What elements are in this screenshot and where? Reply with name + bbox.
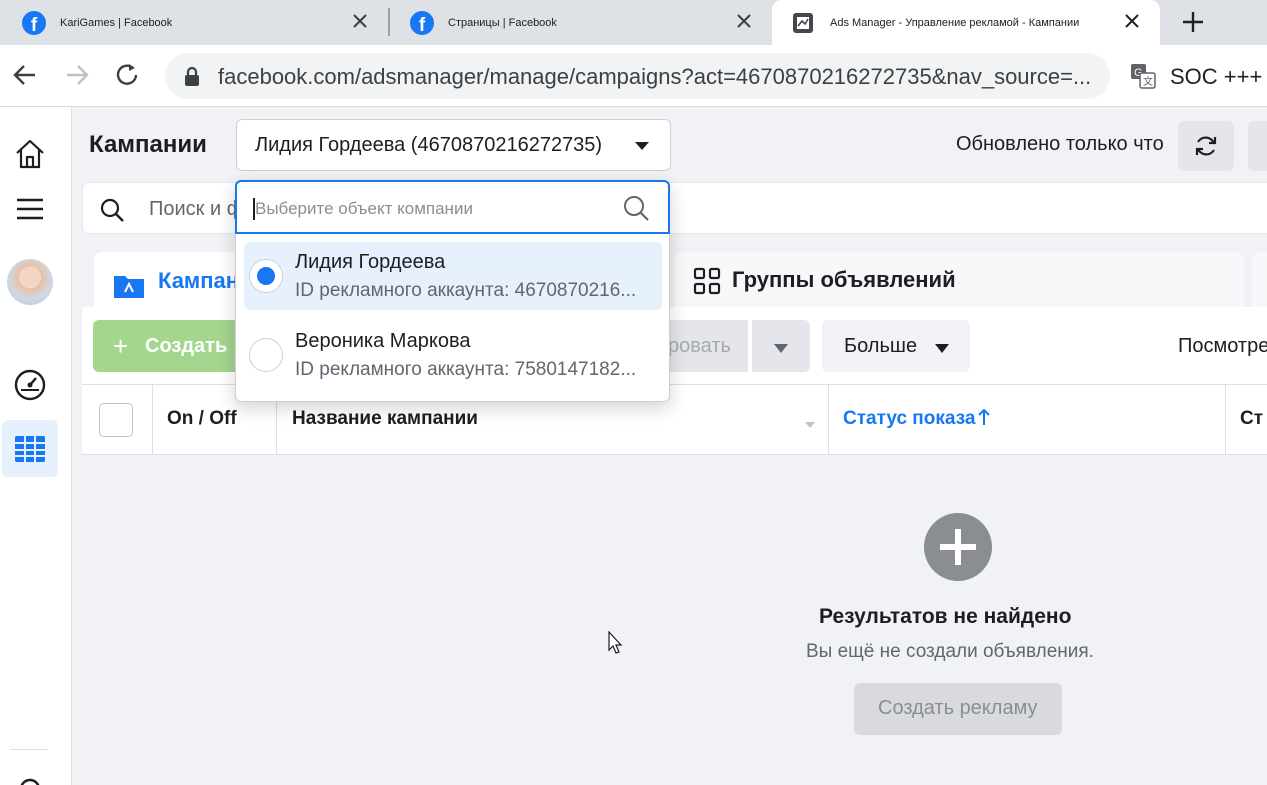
forward-arrow-icon[interactable]	[62, 60, 92, 90]
caret-down-icon	[773, 341, 789, 353]
browser-tab-bar: f KariGames | Facebook f Страницы | Face…	[0, 0, 1267, 45]
lock-icon[interactable]	[181, 65, 203, 87]
more-button[interactable]: Больше	[822, 320, 970, 372]
column-header-campaign-name[interactable]: Название кампании	[292, 408, 478, 430]
column-header-on-off[interactable]: On / Off	[167, 408, 237, 430]
url-field[interactable]: facebook.com/adsmanager/manage/campaigns…	[165, 53, 1110, 99]
caret-down-icon	[634, 139, 650, 151]
account-search-input[interactable]: Выберите объект компании	[235, 180, 670, 234]
close-icon[interactable]	[350, 11, 370, 31]
tab-ad-sets-label: Группы объявлений	[732, 267, 956, 292]
home-icon[interactable]	[8, 132, 52, 176]
refresh-button[interactable]	[1178, 121, 1234, 171]
browser-tab-pages[interactable]: f Страницы | Facebook	[388, 0, 772, 45]
ads-manager-icon	[792, 12, 814, 34]
facebook-icon: f	[22, 10, 46, 35]
view-setup-link[interactable]: Посмотре	[1178, 335, 1267, 358]
settings-gear-icon[interactable]	[8, 767, 52, 785]
tab-title: Ads Manager - Управление рекламой - Камп…	[830, 16, 1080, 29]
account-dropdown: Выберите объект компании Лидия Гордеева …	[235, 180, 670, 402]
radio-unselected[interactable]	[249, 338, 283, 372]
page-title: Кампании	[89, 131, 207, 158]
create-button-label: Создать	[145, 335, 228, 357]
plus-icon: +	[113, 331, 129, 361]
tab-title: Страницы | Facebook	[448, 16, 557, 29]
reload-icon[interactable]	[112, 60, 142, 90]
account-selector-label: Лидия Гордеева (4670870216272735)	[255, 134, 603, 156]
extension-label[interactable]: SOC +++	[1170, 64, 1262, 90]
menu-hamburger-icon[interactable]	[8, 187, 52, 231]
select-all-checkbox[interactable]	[99, 403, 133, 437]
radio-selected[interactable]	[249, 259, 283, 293]
more-button-label: Больше	[844, 335, 918, 357]
column-divider	[1225, 385, 1226, 455]
new-tab-plus-icon[interactable]	[1180, 9, 1206, 35]
empty-state-subtitle: Вы ещё не создали объявления.	[806, 641, 1094, 662]
account-selector[interactable]: Лидия Гордеева (4670870216272735)	[236, 119, 671, 171]
browser-tab-karigames[interactable]: f KariGames | Facebook	[0, 0, 388, 45]
browser-tab-ads-manager[interactable]: Ads Manager - Управление рекламой - Камп…	[772, 0, 1160, 45]
close-icon[interactable]	[1122, 11, 1142, 31]
account-option[interactable]: Лидия Гордеева ID рекламного аккаунта: 4…	[244, 242, 662, 310]
column-header-next[interactable]: Ст	[1240, 408, 1263, 430]
url-text: facebook.com/adsmanager/manage/campaigns…	[218, 64, 1092, 89]
updated-status: Обновлено только что	[956, 133, 1164, 155]
add-circle-icon	[924, 513, 992, 581]
dashboard-gauge-icon[interactable]	[8, 363, 52, 407]
create-ad-button-label: Создать рекламу	[878, 697, 1038, 719]
search-icon	[99, 197, 125, 223]
sort-arrow-up-icon	[978, 408, 991, 425]
overflow-button[interactable]	[1248, 121, 1267, 171]
sort-caret-icon[interactable]	[804, 416, 816, 428]
search-icon	[622, 194, 650, 222]
tab-campaigns-label: Кампан	[158, 268, 240, 293]
address-bar-row: facebook.com/adsmanager/manage/campaigns…	[0, 45, 1267, 107]
column-divider	[828, 385, 829, 455]
mouse-pointer-icon	[608, 630, 624, 655]
account-search-placeholder: Выберите объект компании	[255, 199, 473, 218]
facebook-icon: f	[410, 10, 434, 35]
column-divider	[152, 385, 153, 455]
empty-state-title: Результатов не найдено	[819, 605, 1072, 628]
left-navigation-rail	[0, 107, 72, 785]
search-input[interactable]: Поиск и ф	[149, 198, 243, 221]
back-arrow-icon[interactable]	[10, 60, 40, 90]
campaigns-folder-icon	[112, 268, 146, 302]
refresh-icon	[1195, 136, 1217, 156]
account-option-id: ID рекламного аккаунта: 4670870216...	[295, 280, 637, 301]
tab-ads[interactable]	[1252, 252, 1267, 312]
edit-dropdown-button[interactable]	[752, 320, 810, 372]
account-option-name: Вероника Маркова	[295, 330, 471, 352]
account-option-id: ID рекламного аккаунта: 7580147182...	[295, 359, 637, 380]
column-header-delivery-status[interactable]: Статус показа	[843, 408, 991, 430]
close-icon[interactable]	[734, 11, 754, 31]
column-header-label: Статус показа	[843, 408, 976, 429]
caret-down-icon	[934, 341, 950, 353]
account-option-name: Лидия Гордеева	[295, 251, 446, 273]
create-ad-button[interactable]: Создать рекламу	[854, 683, 1062, 735]
svg-text:文: 文	[1143, 75, 1153, 88]
avatar[interactable]	[7, 259, 53, 305]
translate-icon[interactable]: G文	[1130, 63, 1156, 89]
account-option[interactable]: Вероника Маркова ID рекламного аккаунта:…	[244, 321, 662, 389]
tab-ad-sets[interactable]: Группы объявлений	[674, 252, 1244, 312]
tab-title: KariGames | Facebook	[60, 16, 173, 29]
rail-divider	[10, 749, 48, 750]
edit-button-label: ровать	[668, 335, 731, 357]
ads-manager-table-icon[interactable]	[2, 420, 58, 477]
grid-squares-icon	[692, 266, 722, 296]
